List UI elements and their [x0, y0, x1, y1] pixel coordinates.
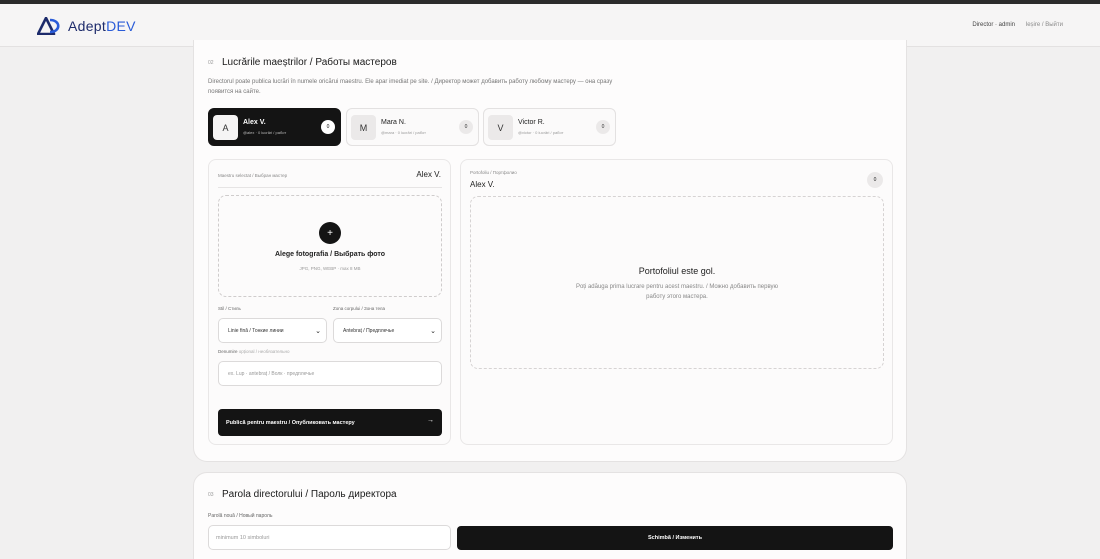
current-user: Director · admin — [972, 22, 1015, 28]
work-name-input[interactable]: ex. Lup · antebraț / Волк · предплечье — [218, 361, 442, 386]
photo-upload-dropzone[interactable]: + Alege fotografia / Выбрать фото JPG, P… — [218, 195, 442, 297]
logo-icon — [37, 17, 60, 35]
style-label: Stil / Стиль — [218, 306, 241, 311]
master-meta: @mara · 0 lucrări / работ — [381, 130, 426, 135]
logo[interactable]: AdeptDEV — [37, 17, 136, 35]
upload-hint: JPG, PNG, WEBP · max 8 MB — [299, 266, 361, 271]
master-card-victor[interactable]: V Victor R. @victor · 0 lucrări / работ … — [483, 108, 616, 146]
master-count-badge: 0 — [459, 120, 473, 134]
portfolio-count-badge: 0 — [867, 172, 883, 188]
master-name: Alex V. — [243, 119, 266, 126]
name-label: Denumire opțional / необязательно — [218, 349, 290, 354]
style-select[interactable]: Linie fină / Тонкие линии ⌄ — [218, 318, 327, 343]
portfolio-empty-state: Portofoliul este gol. Poți adăuga prima … — [470, 196, 884, 369]
upload-title: Alege fotografia / Выбрать фото — [274, 251, 386, 258]
master-count-badge: 0 — [596, 120, 610, 134]
zone-label: Zona corpului / Зона тела — [333, 306, 385, 311]
portfolio-master-name: Alex V. — [470, 180, 495, 189]
master-name: Mara N. — [381, 119, 406, 126]
publish-button[interactable]: Publică pentru maestru / Опубликовать ма… — [218, 409, 442, 436]
portfolio-panel: Portofoliu / Портфолио Alex V. 0 Portofo… — [460, 159, 893, 445]
works-section: 02 Lucrările maeștrilor / Работы мастеро… — [193, 40, 907, 462]
style-select-value: Linie fină / Тонкие линии — [228, 327, 284, 334]
empty-description: Poți adăuga prima lucrare pentru acest m… — [575, 284, 779, 300]
logo-text: AdeptDEV — [68, 18, 136, 34]
optional-hint: opțional / необязательно — [238, 349, 290, 354]
section-number: 03 — [208, 492, 214, 498]
master-meta: @victor · 0 lucrări / работ — [518, 130, 564, 135]
section-number: 02 — [208, 60, 214, 66]
password-section: 03 Parola directorului / Пароль директор… — [193, 472, 907, 559]
logout-link[interactable]: Ieșire / Выйти — [1026, 22, 1063, 28]
divider — [218, 187, 442, 188]
avatar: V — [488, 115, 513, 140]
master-meta: @alex · 0 lucrări / работ — [243, 130, 287, 135]
master-count-badge: 0 — [321, 120, 335, 134]
new-password-input[interactable]: minimum 10 simboluri — [208, 525, 451, 550]
plus-icon: + — [319, 222, 341, 244]
change-password-button[interactable]: Schimbă / Изменить — [457, 526, 893, 550]
chevron-down-icon: ⌄ — [430, 328, 436, 335]
master-name: Victor R. — [518, 119, 545, 126]
publish-button-label: Publică pentru maestru / Опубликовать ма… — [226, 419, 355, 426]
publish-form-panel: Maestru selectat / Выбран мастер Alex V.… — [208, 159, 451, 445]
master-card-mara[interactable]: M Mara N. @mara · 0 lucrări / работ 0 — [346, 108, 479, 146]
section-title: Parola directorului / Пароль директора — [222, 489, 397, 500]
arrow-right-icon: → — [427, 417, 434, 424]
new-password-label: Parolă nouă / Новый пароль — [208, 513, 273, 519]
section-title: Lucrările maeștrilor / Работы мастеров — [222, 57, 397, 68]
zone-select[interactable]: Antebraț / Предплечье ⌄ — [333, 318, 442, 343]
section-description: Directorul poate publica lucrări în nume… — [208, 79, 613, 95]
chevron-down-icon: ⌄ — [315, 328, 321, 335]
selected-master-name: Alex V. — [416, 170, 441, 179]
empty-title: Portofoliul este gol. — [638, 266, 716, 276]
avatar: M — [351, 115, 376, 140]
portfolio-label: Portofoliu / Портфолио — [470, 170, 517, 175]
selected-master-label: Maestru selectat / Выбран мастер — [218, 173, 288, 178]
master-card-alex[interactable]: A Alex V. @alex · 0 lucrări / работ 0 — [208, 108, 341, 146]
avatar: A — [213, 115, 238, 140]
zone-select-value: Antebraț / Предплечье — [343, 327, 395, 334]
